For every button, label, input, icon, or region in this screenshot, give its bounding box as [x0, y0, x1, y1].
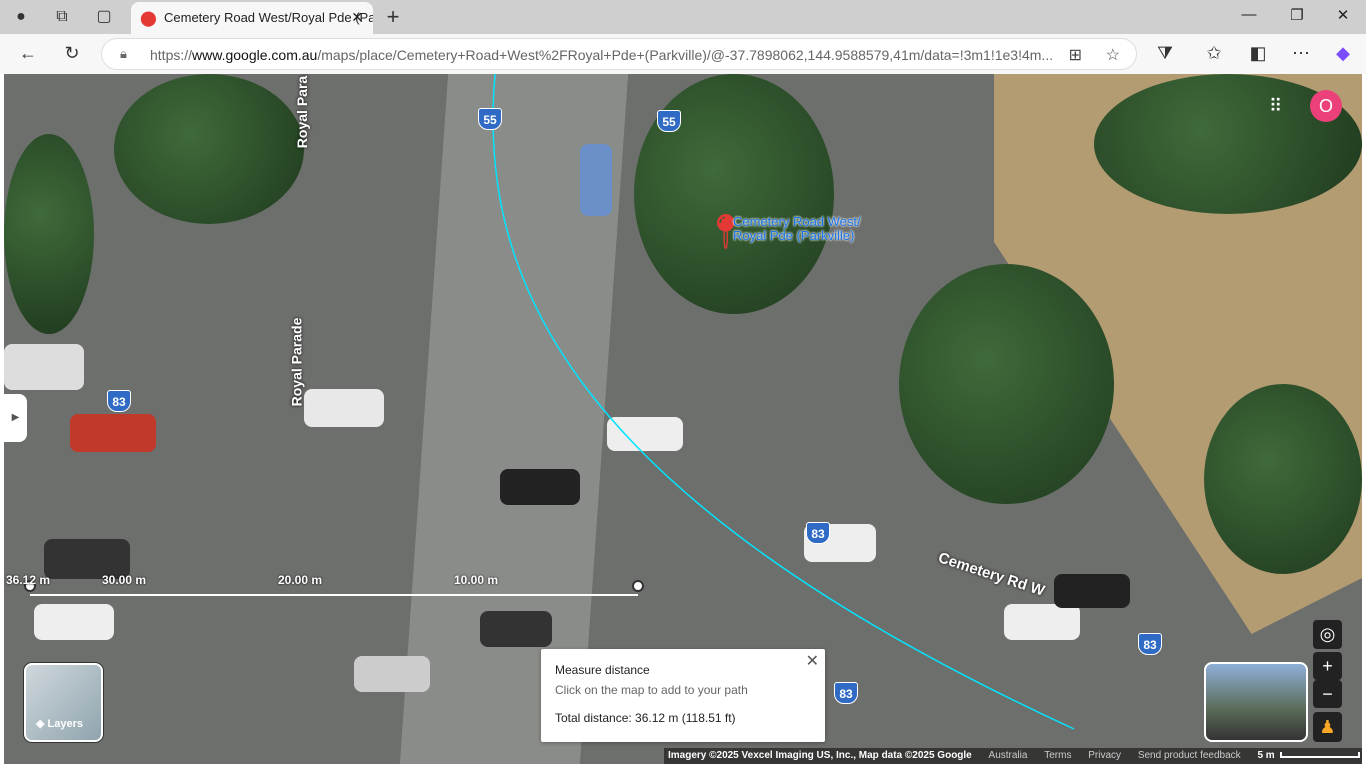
- map-footer: Imagery ©2025 Vexcel Imaging US, Inc., M…: [664, 748, 1362, 764]
- privacy-link[interactable]: Privacy: [1088, 750, 1121, 761]
- tab-bar: ● ⧉ ▢ ⬤ Cemetery Road West/Royal Pde (Pa…: [0, 0, 1366, 34]
- back-button[interactable]: ←: [16, 43, 40, 64]
- measure-distance-panel: ✕ Measure distance Click on the map to a…: [541, 649, 825, 742]
- route-shield: 55: [478, 108, 502, 130]
- road-label: Royal Para: [294, 75, 311, 149]
- feedback-link[interactable]: Send product feedback: [1138, 750, 1241, 761]
- collections-icon[interactable]: ◧: [1246, 43, 1270, 64]
- profile-icon[interactable]: ●: [10, 6, 32, 28]
- layers-icon: ◈: [36, 718, 48, 730]
- copilot-icon[interactable]: ◆: [1331, 43, 1355, 64]
- ruler-label: 36.12 m: [6, 573, 51, 587]
- favorite-star-icon[interactable]: ☆: [1106, 45, 1120, 65]
- google-apps-icon[interactable]: ⠿: [1269, 96, 1282, 117]
- minimize-button[interactable]: —: [1234, 6, 1264, 23]
- measure-hint: Click on the map to add to your path: [555, 683, 748, 697]
- tab-google-maps[interactable]: ⬤ Cemetery Road West/Royal Pde (Parkvill…: [131, 2, 373, 34]
- address-bar[interactable]: 🔒︎ https://www.google.com.au/maps/place/…: [101, 38, 1137, 70]
- zoom-in-button[interactable]: +: [1313, 652, 1342, 680]
- workspaces-icon[interactable]: ⧉: [51, 6, 73, 28]
- my-location-button[interactable]: ◎: [1313, 620, 1342, 649]
- route-shield: 55: [657, 110, 681, 132]
- pegman-icon[interactable]: ♟: [1313, 712, 1342, 742]
- terms-link[interactable]: Terms: [1044, 750, 1071, 761]
- road-label: Royal Parade: [288, 317, 305, 407]
- scale-label[interactable]: 5 m: [1257, 750, 1274, 761]
- street-view-thumbnail[interactable]: [1204, 662, 1308, 742]
- zoom-out-button[interactable]: −: [1313, 680, 1342, 708]
- lock-icon[interactable]: 🔒︎: [120, 46, 127, 62]
- scale-bar: [1280, 752, 1361, 758]
- close-tab-icon[interactable]: ✕: [351, 9, 363, 26]
- measure-title: Measure distance: [555, 663, 650, 677]
- tab-title: Cemetery Road West/Royal Pde (Parkville): [164, 10, 373, 25]
- layers-label: Layers: [47, 718, 83, 730]
- account-avatar[interactable]: O: [1310, 90, 1342, 122]
- tab-actions-icon[interactable]: ▢: [93, 6, 115, 28]
- maps-pin-icon: ⬤: [140, 10, 157, 27]
- nav-bar: ← ↻ 🔒︎ https://www.google.com.au/maps/pl…: [0, 34, 1366, 74]
- maximize-button[interactable]: ❐: [1282, 6, 1312, 24]
- ruler-label: 10.00 m: [454, 573, 499, 587]
- route-shield: 83: [107, 390, 131, 412]
- imagery-attribution: Imagery ©2025 Vexcel Imaging US, Inc., M…: [668, 750, 972, 761]
- close-measure-icon[interactable]: ✕: [806, 651, 819, 671]
- satellite-map[interactable]: 55 55 83 83 83 83 Royal Para Royal Parad…: [4, 74, 1362, 764]
- more-menu-icon[interactable]: ⋯: [1289, 43, 1313, 64]
- ruler-label: 20.00 m: [278, 573, 323, 587]
- app-install-icon[interactable]: ⊞: [1069, 45, 1082, 65]
- route-shield: 83: [806, 522, 830, 544]
- region-link[interactable]: Australia: [989, 750, 1028, 761]
- route-shield: 83: [1138, 633, 1162, 655]
- favorites-icon[interactable]: ✩: [1202, 43, 1226, 64]
- url-domain: www.google.com.au: [192, 47, 318, 63]
- url-scheme: https://: [150, 47, 193, 63]
- extensions-icon[interactable]: ⧩: [1153, 43, 1177, 64]
- measure-total: Total distance: 36.12 m (118.51 ft): [555, 711, 736, 725]
- refresh-button[interactable]: ↻: [60, 43, 84, 64]
- ruler-label: 30.00 m: [102, 573, 147, 587]
- new-tab-button[interactable]: +: [382, 6, 404, 28]
- url-path: /maps/place/Cemetery+Road+West%2FRoyal+P…: [317, 47, 1054, 63]
- close-window-button[interactable]: ✕: [1328, 6, 1358, 24]
- layers-button[interactable]: ◈ Layers: [24, 663, 103, 742]
- place-label[interactable]: Cemetery Road West/ Royal Pde (Parkville…: [733, 215, 873, 243]
- route-shield: 83: [834, 682, 858, 704]
- expand-side-panel-button[interactable]: ▶: [4, 394, 27, 442]
